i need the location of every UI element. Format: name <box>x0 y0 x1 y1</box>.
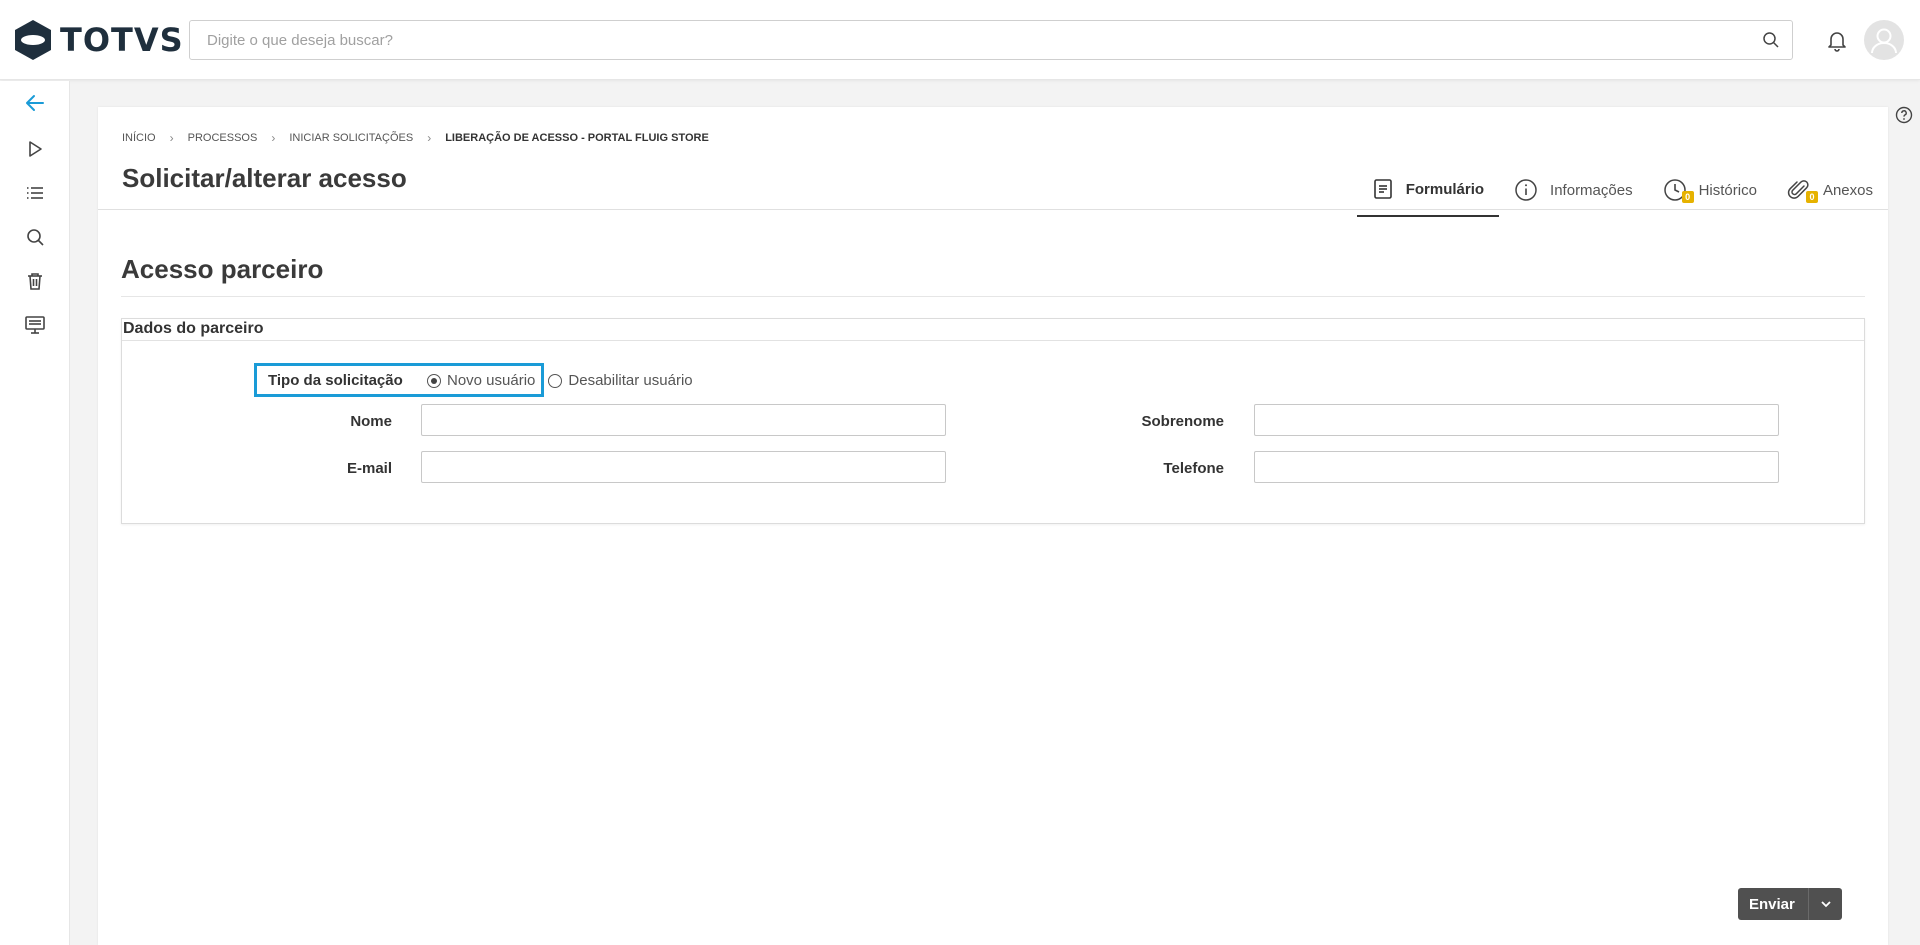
user-avatar[interactable] <box>1864 20 1904 60</box>
send-button-group: Enviar <box>1738 888 1842 920</box>
telefone-label: Telefone <box>1163 460 1224 477</box>
sobrenome-label: Sobrenome <box>1141 413 1224 430</box>
list-icon[interactable] <box>23 181 47 205</box>
breadcrumb-item-iniciar-solicitacoes[interactable]: Iniciar solicitações <box>289 132 413 144</box>
breadcrumb-item-processos[interactable]: Processos <box>188 132 258 144</box>
radio-selected-icon[interactable] <box>427 373 441 388</box>
user-icon <box>1871 28 1897 54</box>
send-options-button[interactable] <box>1808 888 1842 920</box>
logo-text: TOTVS <box>60 21 184 59</box>
back-arrow-icon[interactable] <box>23 91 47 115</box>
tab-label: Histórico <box>1698 181 1757 199</box>
section-title: Acesso parceiro <box>121 254 324 284</box>
radio-label: Novo usuário <box>447 372 536 389</box>
search-box <box>189 20 1793 60</box>
main-card: Início › Processos › Iniciar solicitaçõe… <box>98 107 1888 945</box>
tab-label: Anexos <box>1822 181 1873 199</box>
header-divider <box>98 209 1888 210</box>
page-title: Solicitar/alterar acesso <box>122 163 407 193</box>
search-input[interactable] <box>190 21 1750 59</box>
breadcrumb-item-inicio[interactable]: Início <box>122 132 156 144</box>
anexos-count-badge: 0 <box>1805 191 1818 203</box>
section-divider <box>121 296 1865 297</box>
tipo-solicitacao-radio-group: Novo usuário Desabilitar usuário <box>427 372 706 389</box>
info-icon <box>1515 179 1537 201</box>
trash-icon[interactable] <box>23 269 47 293</box>
help-icon[interactable] <box>1895 106 1913 124</box>
tab-label: Formulário <box>1405 180 1485 198</box>
form-icon <box>1373 179 1392 199</box>
sobrenome-input[interactable] <box>1254 404 1779 436</box>
partner-data-panel: Dados do parceiro Tipo da solicitação No… <box>121 318 1865 524</box>
email-label: E-mail <box>346 460 392 477</box>
email-input[interactable] <box>421 451 946 483</box>
totvs-logo[interactable]: TOTVS <box>14 19 184 61</box>
nome-label: Nome <box>350 413 392 430</box>
notifications-bell-icon[interactable] <box>1825 28 1849 52</box>
search-nav-icon[interactable] <box>23 225 47 249</box>
radio-unselected-icon[interactable] <box>548 373 563 388</box>
chevron-right-icon: › <box>169 131 174 145</box>
panel-title: Dados do parceiro <box>122 319 1864 341</box>
breadcrumb: Início › Processos › Iniciar solicitaçõe… <box>122 131 709 145</box>
radio-label: Desabilitar usuário <box>568 372 693 389</box>
left-rail <box>0 81 70 945</box>
tipo-solicitacao-label: Tipo da solicitação <box>268 372 403 389</box>
play-icon[interactable] <box>23 137 47 161</box>
historico-count-badge: 0 <box>1681 191 1694 203</box>
telefone-input[interactable] <box>1254 451 1779 483</box>
monitor-icon[interactable] <box>23 313 47 337</box>
radio-novo-usuario[interactable]: Novo usuário <box>427 372 535 389</box>
search-icon[interactable] <box>1762 31 1780 49</box>
chevron-right-icon: › <box>271 131 276 145</box>
top-bar: TOTVS <box>0 0 1920 80</box>
radio-desabilitar-usuario[interactable]: Desabilitar usuário <box>548 372 693 389</box>
chevron-right-icon: › <box>427 131 432 145</box>
breadcrumb-item-current: Liberação de acesso - Portal Fluig Store <box>445 132 709 144</box>
nome-input[interactable] <box>421 404 946 436</box>
chevron-down-icon <box>1820 901 1831 908</box>
totvs-logo-icon <box>15 20 51 60</box>
tab-label: Informações <box>1550 181 1633 199</box>
send-button[interactable]: Enviar <box>1738 896 1808 913</box>
